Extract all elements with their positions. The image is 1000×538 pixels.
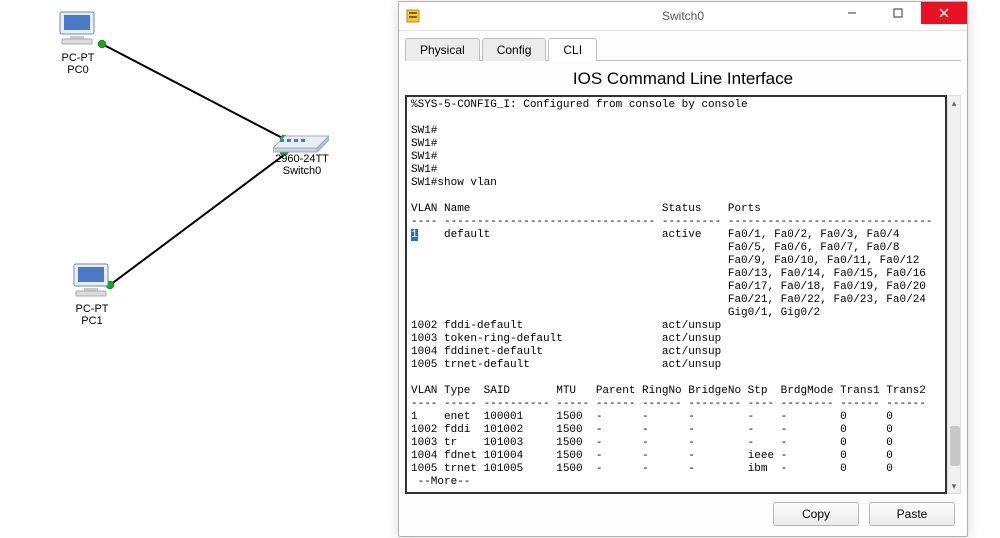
cli-selection[interactable]: 1 [411, 229, 418, 241]
pc1-icon[interactable] [70, 262, 116, 300]
cli-line: VLAN Name Status Ports [411, 203, 761, 215]
pc0-type: PC-PT [33, 52, 123, 64]
switch-cli-window: Switch0 Physical Config CLI IOS Command … [398, 1, 968, 537]
cli-line: 1002 fddi-default act/unsup [411, 320, 721, 332]
cli-cmd: show vlan [437, 177, 496, 189]
cli-cell: default [444, 229, 490, 241]
cli-line: 1003 token-ring-default act/unsup [411, 333, 721, 345]
cli-line: 1004 fdnet 101004 1500 - - - ieee - 0 0 [411, 450, 893, 462]
switch-name: Switch0 [257, 165, 347, 177]
pc0-name: PC0 [33, 64, 123, 76]
cli-cell: Fa0/13, Fa0/14, Fa0/15, Fa0/16 [728, 268, 926, 280]
cli-cell: Fa0/17, Fa0/18, Fa0/19, Fa0/20 [728, 281, 926, 293]
cli-line: ---- ----- ---------- ----- ------ -----… [411, 398, 926, 410]
scroll-down-icon[interactable]: ▾ [948, 479, 960, 493]
pc0-label: PC-PT PC0 [33, 52, 123, 76]
minimize-button[interactable] [829, 2, 875, 24]
cli-cell: Fa0/9, Fa0/10, Fa0/11, Fa0/12 [728, 255, 919, 267]
scroll-thumb[interactable] [950, 426, 960, 466]
pc1-name: PC1 [47, 315, 137, 327]
switch-label: 2960-24TT Switch0 [257, 153, 347, 177]
cli-line: SW1# [411, 138, 437, 150]
cli-line: 1 enet 100001 1500 - - - - - 0 0 [411, 411, 893, 423]
cli-more: --More-- [411, 476, 470, 488]
tab-strip: Physical Config CLI [405, 37, 961, 60]
window-title: Switch0 [662, 9, 704, 23]
tab-config[interactable]: Config [482, 38, 547, 61]
pc0-icon[interactable] [56, 10, 102, 48]
cli-cell: Fa0/5, Fa0/6, Fa0/7, Fa0/8 [728, 242, 900, 254]
scroll-up-icon[interactable]: ▴ [948, 96, 960, 110]
cli-heading: IOS Command Line Interface [405, 61, 961, 95]
cli-line: 1002 fddi 101002 1500 - - - - - 0 0 [411, 424, 893, 436]
cli-line: SW1# [411, 164, 437, 176]
maximize-button[interactable] [875, 2, 921, 24]
cli-line: %SYS-5-CONFIG_I: Configured from console… [411, 99, 748, 111]
cli-line: SW1# [411, 125, 437, 137]
paste-button[interactable]: Paste [869, 502, 955, 526]
topology-canvas[interactable]: PC-PT PC0 2960-24TT Switch0 PC-PT PC1 [0, 0, 390, 538]
copy-button[interactable]: Copy [773, 502, 859, 526]
pc1-label: PC-PT PC1 [47, 303, 137, 327]
cli-line: 1005 trnet 101005 1500 - - - ibm - 0 0 [411, 463, 893, 475]
cli-line: ---- -------------------------------- --… [411, 216, 933, 228]
app-icon [405, 8, 421, 24]
cli-line: SW1# [411, 151, 437, 163]
tab-physical[interactable]: Physical [405, 38, 480, 61]
close-button[interactable] [921, 2, 967, 24]
cli-line: 1004 fddinet-default act/unsup [411, 346, 721, 358]
tab-content: IOS Command Line Interface %SYS-5-CONFIG… [405, 60, 961, 530]
cli-scrollbar[interactable]: ▴ ▾ [947, 95, 961, 494]
cli-cell: Gig0/1, Gig0/2 [728, 307, 820, 319]
switch-icon[interactable] [273, 130, 329, 154]
titlebar[interactable]: Switch0 [399, 2, 967, 31]
tab-cli[interactable]: CLI [548, 38, 597, 61]
cli-terminal[interactable]: %SYS-5-CONFIG_I: Configured from console… [405, 95, 947, 494]
pc1-type: PC-PT [47, 303, 137, 315]
cli-line: 1003 tr 101003 1500 - - - - - 0 0 [411, 437, 893, 449]
cli-line: SW1# [411, 177, 437, 189]
cli-button-row: Copy Paste [405, 494, 961, 530]
link-pc0-sw[interactable] [102, 44, 292, 143]
cli-line: 1005 trnet-default act/unsup [411, 359, 721, 371]
switch-type: 2960-24TT [257, 153, 347, 165]
cli-cell: active [662, 229, 702, 241]
cli-cell: Fa0/21, Fa0/22, Fa0/23, Fa0/24 [728, 294, 926, 306]
cli-line: VLAN Type SAID MTU Parent RingNo BridgeN… [411, 385, 926, 397]
cli-cell: Fa0/1, Fa0/2, Fa0/3, Fa0/4 [728, 229, 900, 241]
